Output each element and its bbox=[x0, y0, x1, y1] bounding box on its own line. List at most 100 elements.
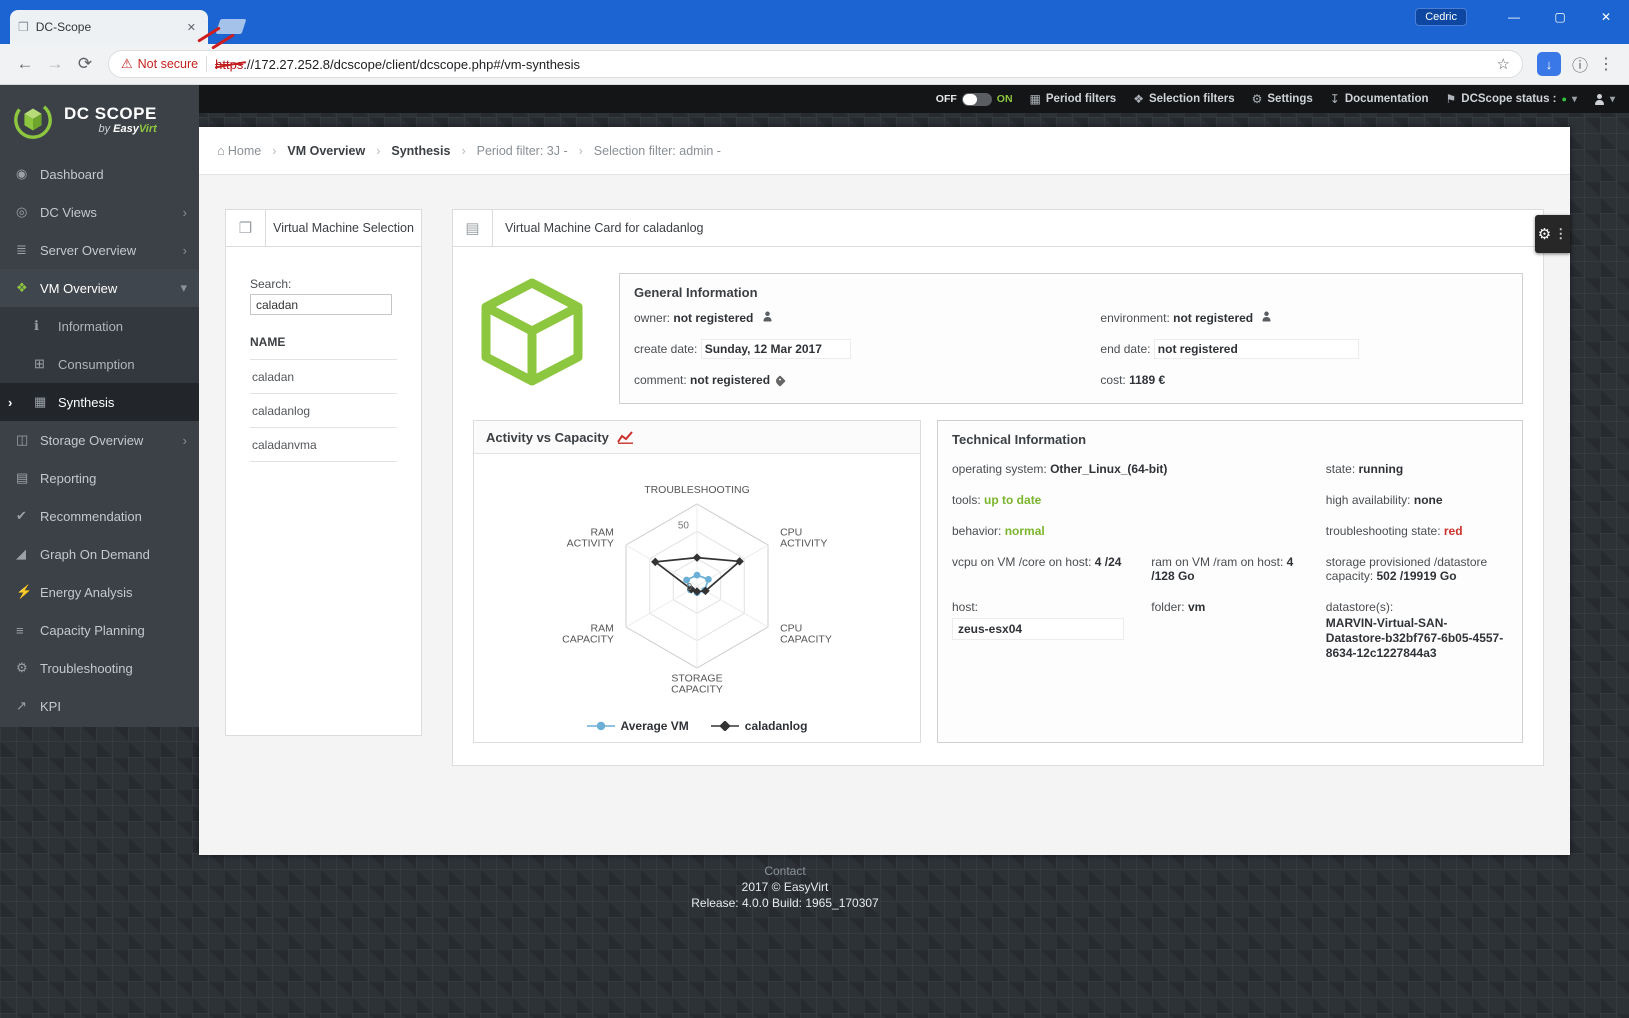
sidebar-item-storage-overview[interactable]: ◫ Storage Overview › bbox=[0, 421, 199, 459]
host-row: host: zeus-esx04 bbox=[952, 600, 1139, 661]
svg-text:RAMACTIVITY: RAM ACTIVITY bbox=[567, 527, 614, 550]
vm-list-item[interactable]: caladanlog bbox=[250, 394, 397, 428]
folder-value: vm bbox=[1187, 600, 1206, 614]
window-minimize-button[interactable]: — bbox=[1491, 4, 1537, 30]
sidebar-item-label: Storage Overview bbox=[40, 432, 144, 448]
breadcrumb-home[interactable]: ⌂ Home bbox=[217, 143, 261, 158]
window-close-button[interactable]: ✕ bbox=[1583, 4, 1629, 30]
sidebar-item-consumption[interactable]: ⊞ Consumption bbox=[0, 345, 199, 383]
sidebar-item-label: Graph On Demand bbox=[40, 546, 150, 562]
tab-close-icon[interactable]: ✕ bbox=[183, 19, 200, 36]
sidebar-item-dashboard[interactable]: ◉ Dashboard bbox=[0, 155, 199, 193]
dcscope-logo[interactable]: DC SCOPE by EasyVirt bbox=[0, 85, 199, 155]
floating-settings-tab[interactable]: ⚙ ⋮ bbox=[1535, 215, 1570, 253]
user-menu[interactable]: ▾ bbox=[1594, 93, 1615, 105]
dcscope-status-menu[interactable]: ⚑ DCScope status : ● ▾ bbox=[1446, 92, 1577, 106]
breadcrumb-selection-filter[interactable]: Selection filter: admin - bbox=[594, 144, 721, 158]
sidebar-item-information[interactable]: ℹ Information bbox=[0, 307, 199, 345]
forward-button[interactable]: → bbox=[40, 49, 70, 79]
behavior-row: behavior: normal bbox=[952, 524, 1045, 538]
end-date-row: end date: not registered bbox=[1100, 339, 1506, 359]
sidebar-item-troubleshooting[interactable]: ⚙ Troubleshooting bbox=[0, 649, 199, 687]
sidebar-item-vm-overview[interactable]: ❖ VM Overview ▾ bbox=[0, 269, 199, 307]
active-item-marker: › bbox=[8, 394, 13, 410]
create-date-field[interactable]: Sunday, 12 Mar 2017 bbox=[700, 339, 851, 359]
behavior-value: normal bbox=[1004, 524, 1045, 538]
sidebar-item-dc-views[interactable]: ◎ DC Views › bbox=[0, 193, 199, 231]
content-card: ⌂ Home › VM Overview › Synthesis › Perio… bbox=[199, 127, 1570, 855]
legend-marker-icon bbox=[710, 721, 739, 731]
chevron-down-icon: ▾ bbox=[180, 280, 187, 295]
bookmark-star-icon[interactable]: ☆ bbox=[1497, 55, 1510, 73]
breadcrumb-synthesis[interactable]: Synthesis bbox=[391, 144, 450, 158]
legend-item-average-vm[interactable]: Average VM bbox=[586, 719, 689, 733]
dcscope-logo-icon bbox=[14, 101, 52, 139]
window-maximize-button[interactable]: ▢ bbox=[1537, 4, 1583, 30]
url-text: https://172.27.252.8/dcscope/client/dcsc… bbox=[215, 57, 1488, 72]
browser-profile-badge[interactable]: Cedric bbox=[1415, 8, 1467, 26]
documentation-button[interactable]: ↧ Documentation bbox=[1330, 92, 1429, 106]
info-icon[interactable]: ⓘ bbox=[1567, 51, 1593, 77]
back-button[interactable]: ← bbox=[10, 49, 40, 79]
folder-row: folder: vm bbox=[1151, 600, 1206, 614]
download-extension-icon[interactable]: ↓ bbox=[1537, 52, 1561, 76]
address-bar[interactable]: ⚠ Not secure https://172.27.252.8/dcscop… bbox=[108, 50, 1523, 78]
browser-tab[interactable]: ❒ DC-Scope ✕ bbox=[10, 10, 208, 44]
breadcrumb-separator: › bbox=[376, 143, 381, 158]
app-topbar: OFF ON ▦ Period filters ❖ Selection filt… bbox=[199, 85, 1629, 113]
gear-icon: ⚙ bbox=[1537, 226, 1552, 243]
activity-heading: Activity vs Capacity bbox=[486, 429, 609, 445]
thumbs-up-icon: ✔ bbox=[16, 508, 27, 523]
troubleshooting-state-row: troubleshooting state: red bbox=[1325, 524, 1463, 538]
end-date-field[interactable]: not registered bbox=[1153, 339, 1359, 359]
os-value: Other_Linux_(64-bit) bbox=[1050, 462, 1168, 476]
server-icon: ≣ bbox=[16, 242, 27, 257]
information-icon: ℹ bbox=[34, 318, 39, 333]
calendar-icon: ▦ bbox=[1029, 92, 1041, 106]
sidebar-item-label: Synthesis bbox=[58, 394, 115, 410]
sidebar-item-synthesis[interactable]: › ▦ Synthesis bbox=[0, 383, 199, 421]
svg-text:STORAGECAPACITY: STORAGE CAPACITY bbox=[671, 673, 723, 696]
contact-link[interactable]: Contact bbox=[0, 863, 1570, 879]
toggle-switch[interactable] bbox=[961, 92, 992, 106]
sidebar-item-label: Server Overview bbox=[40, 242, 137, 258]
reload-button[interactable]: ⟳ bbox=[70, 49, 100, 79]
sidebar-item-energy-analysis[interactable]: ⚡ Energy Analysis bbox=[0, 573, 199, 611]
vm-search-input[interactable] bbox=[250, 294, 392, 315]
wrench-icon: ⚙ bbox=[16, 660, 28, 675]
sidebar-item-kpi[interactable]: ↗ KPI bbox=[0, 687, 199, 725]
new-tab-button[interactable] bbox=[215, 19, 247, 34]
realtime-toggle[interactable]: OFF ON bbox=[936, 92, 1013, 106]
sidebar-item-capacity-planning[interactable]: ≡ Capacity Planning bbox=[0, 611, 199, 649]
sidebar-item-label: Reporting bbox=[40, 470, 97, 486]
environment-row: environment: not registered bbox=[1100, 311, 1506, 325]
sidebar-item-graph-on-demand[interactable]: ◢ Graph On Demand bbox=[0, 535, 199, 573]
sidebar-item-recommendation[interactable]: ✔ Recommendation bbox=[0, 497, 199, 535]
svg-text:0: 0 bbox=[686, 582, 692, 593]
sidebar-item-reporting[interactable]: ▤ Reporting bbox=[0, 459, 199, 497]
sidebar-item-label: Energy Analysis bbox=[40, 584, 133, 600]
period-filters-button[interactable]: ▦ Period filters bbox=[1030, 92, 1117, 106]
general-information-heading: General Information bbox=[634, 285, 758, 300]
not-secure-label[interactable]: Not secure bbox=[138, 57, 198, 71]
svg-text:CPUCAPACITY: CPU CAPACITY bbox=[780, 623, 832, 646]
security-warning-icon: ⚠ bbox=[121, 56, 133, 71]
legend-item-caladanlog[interactable]: caladanlog bbox=[710, 719, 807, 733]
browser-toolbar: ← → ⟳ ⚠ Not secure https://172.27.252.8/… bbox=[0, 44, 1629, 85]
svg-text:CPUACTIVITY: CPU ACTIVITY bbox=[780, 527, 827, 550]
sidebar-item-label: VM Overview bbox=[40, 280, 118, 296]
sidebar-item-server-overview[interactable]: ≣ Server Overview › bbox=[0, 231, 199, 269]
page-favicon-icon: ❒ bbox=[18, 20, 29, 34]
selection-filters-button[interactable]: ❖ Selection filters bbox=[1133, 92, 1234, 106]
vm-list-item[interactable]: caladan bbox=[250, 360, 397, 394]
breadcrumb-vm-overview[interactable]: VM Overview bbox=[287, 144, 365, 158]
host-field[interactable]: zeus-esx04 bbox=[952, 618, 1124, 640]
vm-list-item[interactable]: caladanvma bbox=[250, 428, 397, 462]
settings-button[interactable]: ⚙ Settings bbox=[1252, 92, 1313, 106]
sidebar-item-label: Information bbox=[58, 318, 124, 334]
url-rest: ://172.27.252.8/dcscope/client/dcscope.p… bbox=[243, 56, 581, 72]
os-row: operating system: Other_Linux_(64-bit) bbox=[952, 462, 1168, 476]
database-icon: ◫ bbox=[16, 432, 29, 447]
browser-menu-icon[interactable]: ⋮ bbox=[1593, 51, 1619, 77]
breadcrumb-period-filter[interactable]: Period filter: 3J - bbox=[477, 144, 568, 158]
